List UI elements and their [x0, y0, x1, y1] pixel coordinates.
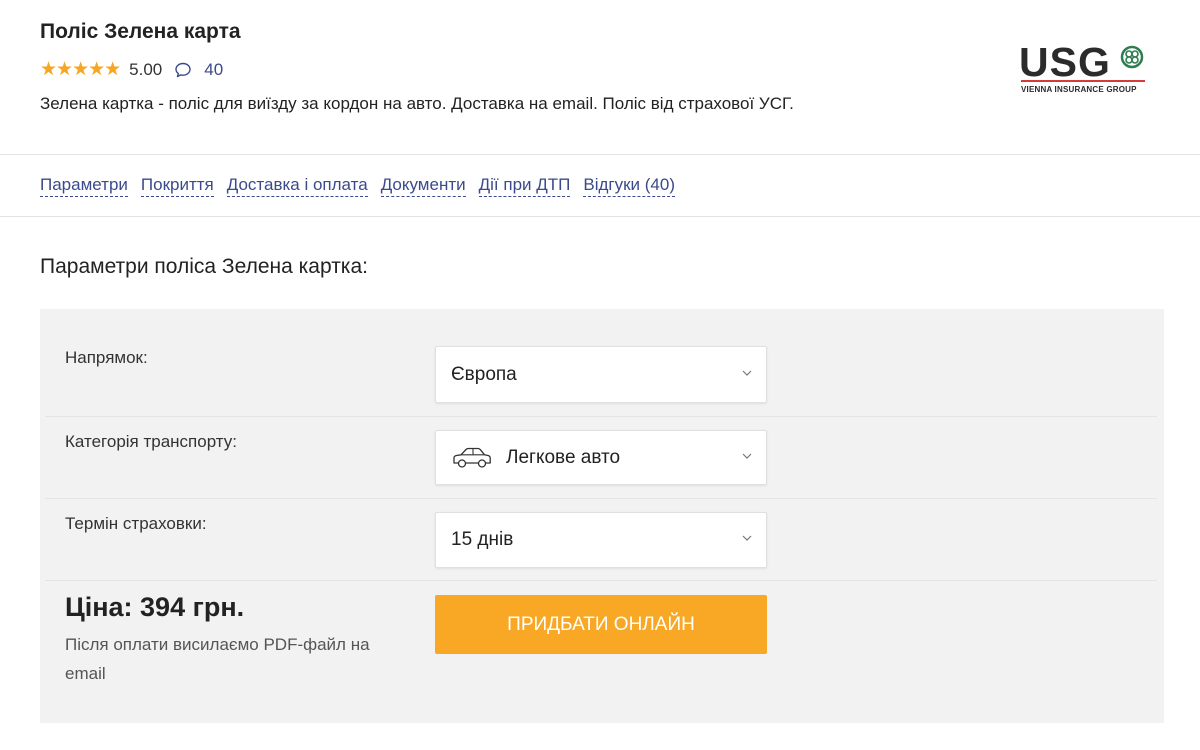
- term-label: Термін страховки:: [65, 514, 207, 533]
- chevron-down-icon: [742, 453, 752, 459]
- logo-text: USG: [1019, 39, 1111, 85]
- car-icon: [453, 447, 491, 468]
- rating-row: ★★★★★ 5.00 40: [40, 60, 223, 80]
- row-divider: [45, 498, 1157, 499]
- divider: [0, 216, 1200, 217]
- price: Ціна: 394 грн.: [65, 592, 245, 622]
- comment-icon: [175, 62, 191, 78]
- logo-mark-icon: [1120, 45, 1144, 69]
- vehicle-value: Легкове авто: [506, 446, 621, 468]
- params-panel: Напрямок: Європа Категорія транспорту: Л…: [40, 309, 1164, 723]
- rating-stars: ★★★★★: [40, 59, 121, 80]
- product-title: Поліс Зелена карта: [40, 20, 241, 43]
- buy-online-button[interactable]: ПРИДБАТИ ОНЛАЙН: [435, 595, 767, 654]
- nav-link-reviews[interactable]: Відгуки (40): [583, 175, 675, 197]
- term-select[interactable]: 15 днів: [435, 512, 767, 568]
- row-divider: [45, 580, 1157, 581]
- vehicle-label: Категорія транспорту:: [65, 432, 238, 451]
- price-note: Після оплати висилаємо PDF-файл на email: [65, 635, 370, 683]
- product-header: Поліс Зелена карта ★★★★★ 5.00 40 Зелена …: [0, 0, 1200, 155]
- direction-value: Європа: [451, 363, 517, 385]
- term-value: 15 днів: [451, 529, 514, 550]
- nav-link-delivery[interactable]: Доставка і оплата: [226, 175, 368, 197]
- nav-link-parameters[interactable]: Параметри: [40, 175, 128, 197]
- section-nav: Параметри Покриття Доставка і оплата Док…: [40, 175, 688, 197]
- direction-select[interactable]: Європа: [435, 346, 767, 403]
- rating-value: 5.00: [129, 60, 163, 79]
- chevron-down-icon: [742, 535, 752, 541]
- nav-link-documents[interactable]: Документи: [380, 175, 466, 197]
- row-divider: [45, 416, 1157, 417]
- divider: [0, 154, 1200, 155]
- direction-label: Напрямок:: [65, 348, 148, 367]
- reviews-count-link[interactable]: 40: [204, 60, 223, 80]
- product-description: Зелена картка - поліс для виїзду за корд…: [40, 94, 794, 113]
- logo-underline: [1021, 80, 1145, 82]
- nav-link-coverage[interactable]: Покриття: [140, 175, 214, 197]
- logo-subtitle: VIENNA INSURANCE GROUP: [1021, 85, 1137, 94]
- section-title: Параметри поліса Зелена картка:: [40, 255, 368, 278]
- usg-logo: USG VIENNA INSURANCE GROUP: [1019, 40, 1149, 98]
- chevron-down-icon: [742, 370, 752, 376]
- vehicle-select[interactable]: Легкове авто: [435, 430, 767, 485]
- nav-link-accident-actions[interactable]: Дії при ДТП: [478, 175, 571, 197]
